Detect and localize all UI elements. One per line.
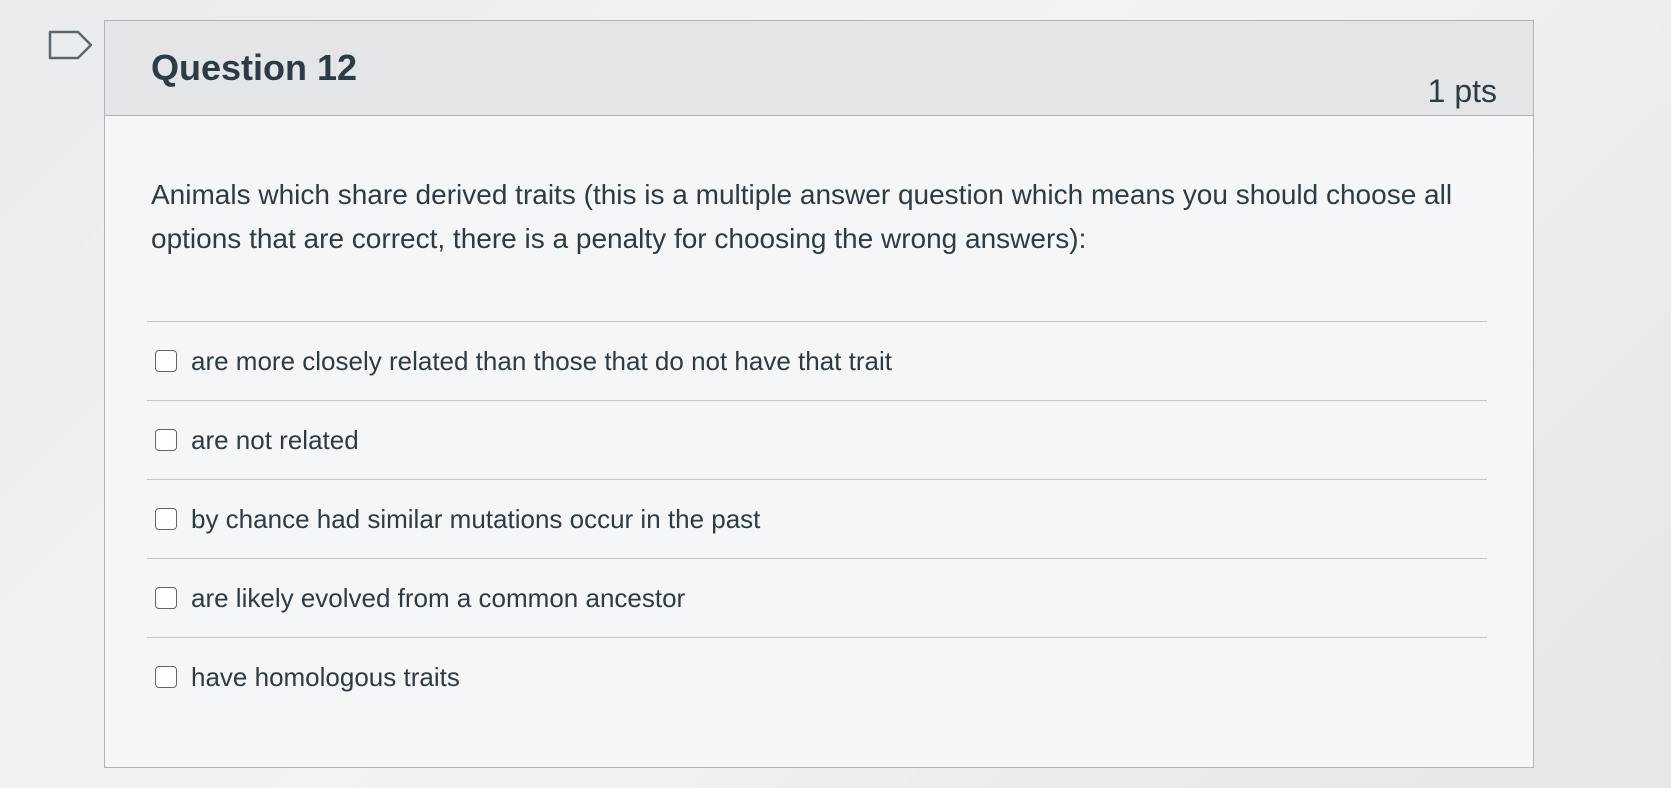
flag-question-icon[interactable] <box>48 30 94 60</box>
question-title: Question 12 <box>151 47 358 88</box>
answer-checkbox[interactable] <box>155 587 177 609</box>
question-card: Question 12 1 pts Animals which share de… <box>104 20 1534 768</box>
question-text: Animals which share derived traits (this… <box>151 179 1453 254</box>
answer-label: by chance had similar mutations occur in… <box>191 503 761 534</box>
answer-option[interactable]: are more closely related than those that… <box>147 322 1487 401</box>
answer-label: have homologous traits <box>191 661 460 692</box>
answer-option[interactable]: by chance had similar mutations occur in… <box>147 480 1487 559</box>
answer-checkbox[interactable] <box>155 508 177 530</box>
question-points: 1 pts <box>1427 73 1497 109</box>
answer-label: are not related <box>191 424 359 455</box>
answer-checkbox[interactable] <box>155 666 177 688</box>
question-header: Question 12 1 pts <box>105 21 1533 116</box>
answer-option[interactable]: are likely evolved from a common ancesto… <box>147 559 1487 638</box>
answer-label: are likely evolved from a common ancesto… <box>191 582 686 613</box>
answer-list: are more closely related than those that… <box>147 321 1487 716</box>
answer-option[interactable]: are not related <box>147 401 1487 480</box>
answer-checkbox[interactable] <box>155 350 177 372</box>
answer-label: are more closely related than those that… <box>191 345 892 376</box>
answer-checkbox[interactable] <box>155 429 177 451</box>
answer-option[interactable]: have homologous traits <box>147 638 1487 716</box>
